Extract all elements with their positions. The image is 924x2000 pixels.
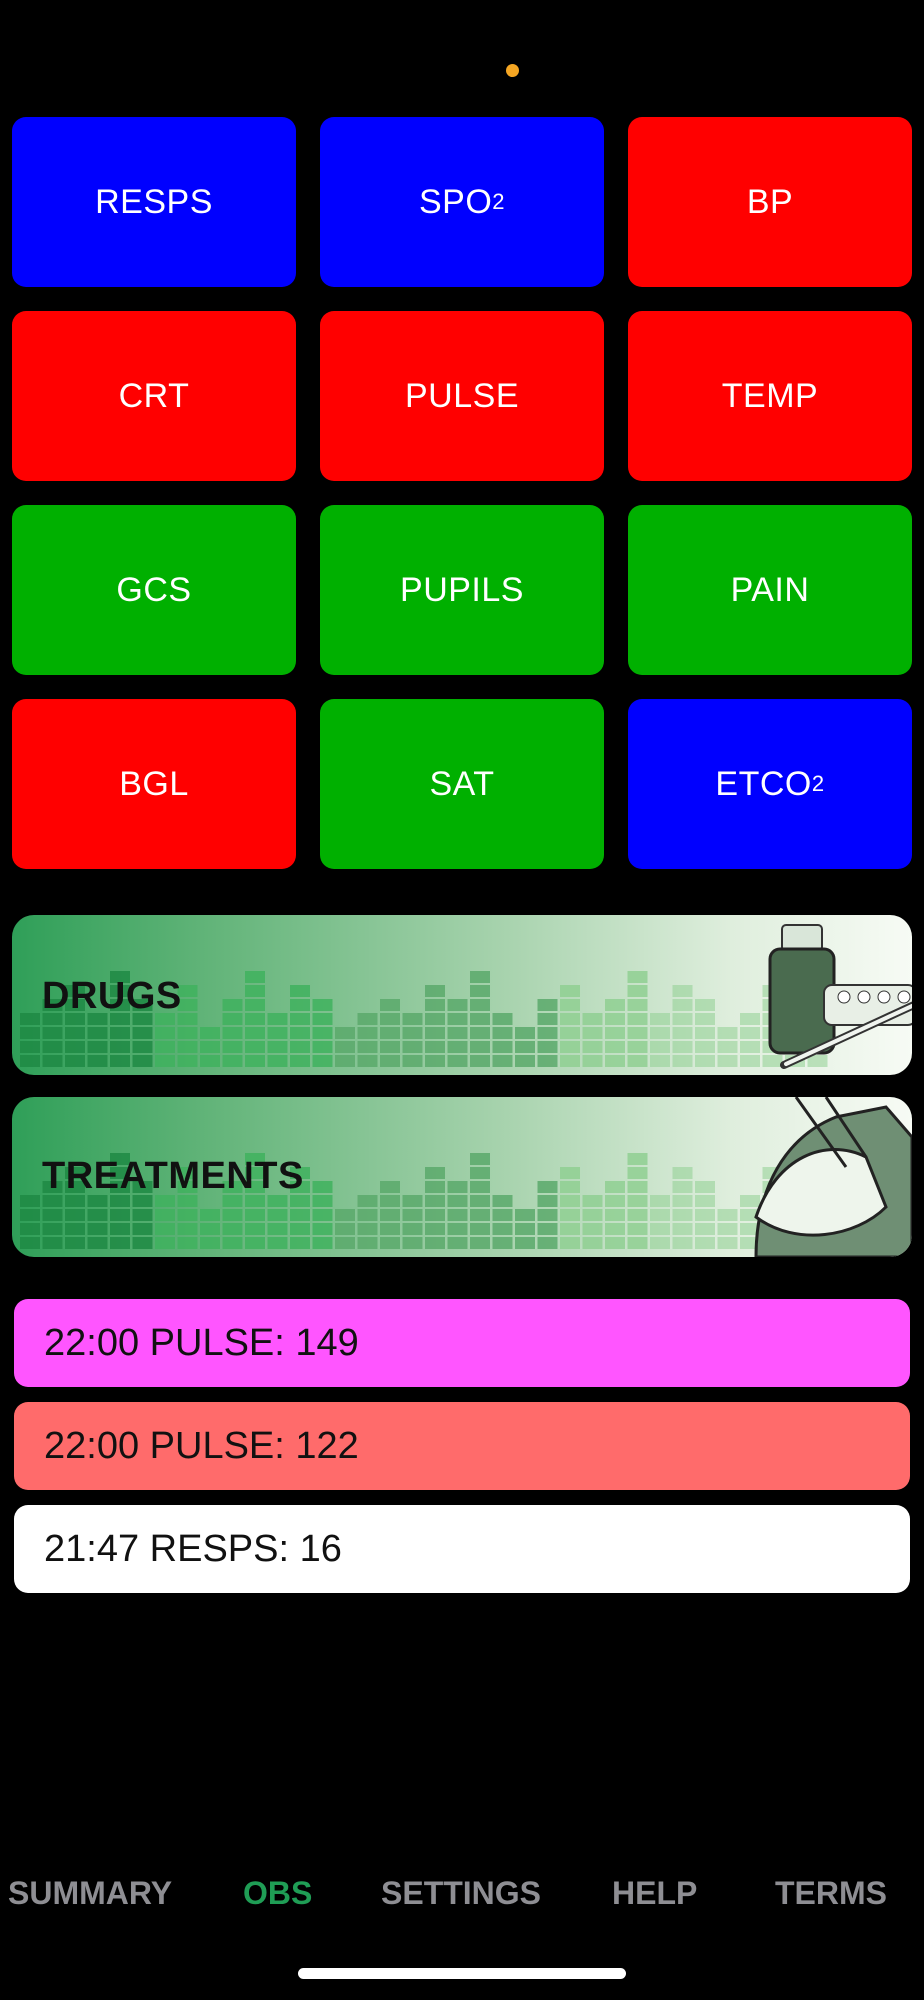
resps-button[interactable]: RESPS (12, 117, 296, 287)
etco2-button[interactable]: ETCO 2 (628, 699, 912, 869)
spo2-button[interactable]: SPO 2 (320, 117, 604, 287)
log-entry[interactable]: 21:47 RESPS: 16 (14, 1505, 910, 1593)
temp-button[interactable]: TEMP (628, 311, 912, 481)
pupils-button[interactable]: PUPILS (320, 505, 604, 675)
log-entry-text: 22:00 PULSE: 122 (44, 1424, 359, 1467)
drugs-banner[interactable]: DRUGS (12, 915, 912, 1075)
tab-terms[interactable]: TERMS (775, 1875, 887, 1912)
log-entry-text: 22:00 PULSE: 149 (44, 1321, 359, 1364)
tab-obs[interactable]: OBS (243, 1875, 312, 1912)
treatments-label: TREATMENTS (42, 1155, 304, 1197)
bp-button[interactable]: BP (628, 117, 912, 287)
log-entry[interactable]: 22:00 PULSE: 149 (14, 1299, 910, 1387)
sat-button[interactable]: SAT (320, 699, 604, 869)
crt-button[interactable]: CRT (12, 311, 296, 481)
bgl-button[interactable]: BGL (12, 699, 296, 869)
gcs-button[interactable]: GCS (12, 505, 296, 675)
log-entry-text: 21:47 RESPS: 16 (44, 1527, 342, 1570)
home-indicator[interactable] (298, 1968, 626, 1979)
status-dot (506, 64, 519, 77)
tab-summary[interactable]: SUMMARY (8, 1875, 172, 1912)
tab-bar: SUMMARY OBS SETTINGS HELP TERMS (0, 1875, 924, 1925)
log-entry[interactable]: 22:00 PULSE: 122 (14, 1402, 910, 1490)
drugs-label: DRUGS (42, 975, 182, 1017)
pulse-button[interactable]: PULSE (320, 311, 604, 481)
treatments-banner[interactable]: TREATMENTS (12, 1097, 912, 1257)
tab-help[interactable]: HELP (612, 1875, 697, 1912)
pain-button[interactable]: PAIN (628, 505, 912, 675)
tab-settings[interactable]: SETTINGS (381, 1875, 541, 1912)
observation-grid: RESPS SPO 2 BP CRT PULSE TEMP GCS PUPILS … (12, 117, 912, 869)
